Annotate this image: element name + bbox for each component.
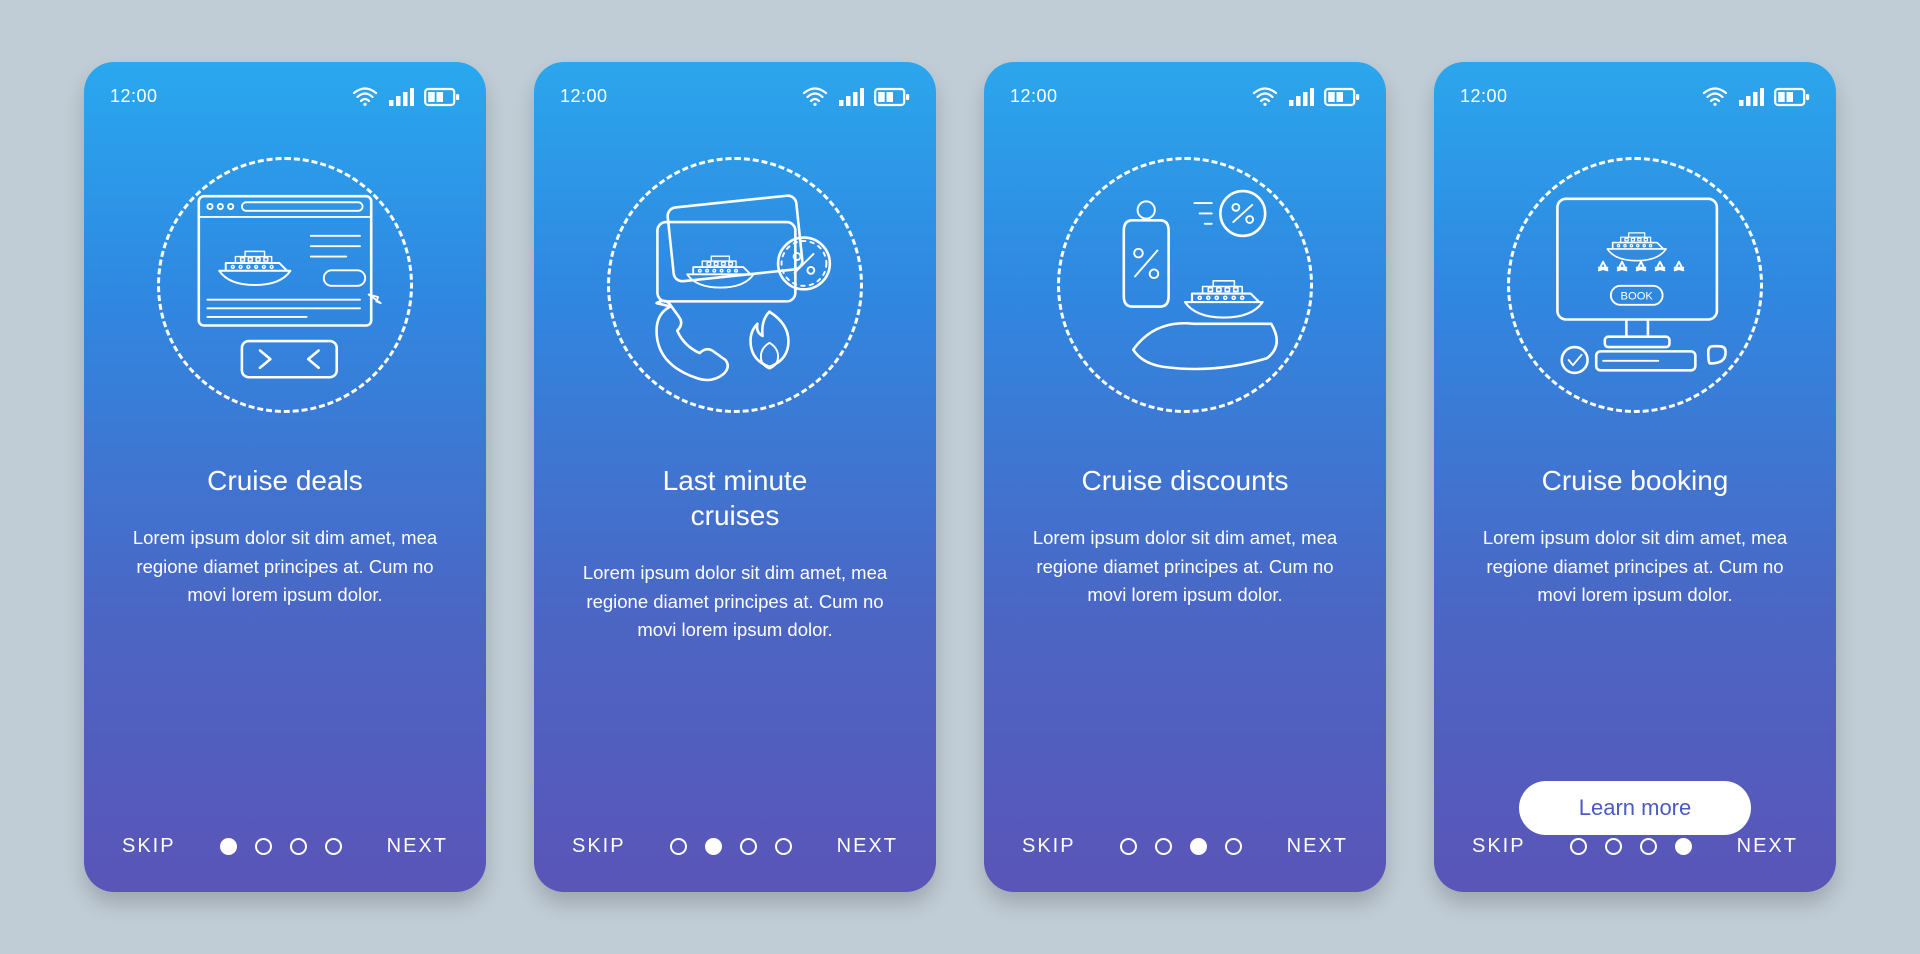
- status-time: 12:00: [110, 86, 158, 107]
- screen-body: Lorem ipsum dolor sit dim amet, mea regi…: [534, 559, 936, 835]
- screen-body: Lorem ipsum dolor sit dim amet, mea regi…: [84, 524, 486, 835]
- screen-title: Cruise deals: [84, 463, 486, 498]
- page-dot-3[interactable]: [1190, 838, 1207, 855]
- onboarding-nav: SKIP NEXT: [84, 835, 486, 892]
- onboarding-screen-1: 12:00 Cruise deal: [84, 62, 486, 892]
- skip-button[interactable]: SKIP: [1022, 835, 1076, 858]
- status-time: 12:00: [1010, 86, 1058, 107]
- screen-body: Lorem ipsum dolor sit dim amet, mea regi…: [1434, 524, 1836, 759]
- page-dot-3[interactable]: [740, 838, 757, 855]
- signal-icon: [388, 87, 414, 107]
- illustration: BOOK: [1434, 125, 1836, 445]
- illustration: [534, 125, 936, 445]
- page-dot-4[interactable]: [775, 838, 792, 855]
- screen-title: Last minutecruises: [534, 463, 936, 533]
- battery-icon: [424, 87, 460, 107]
- status-icons: [1252, 87, 1360, 107]
- page-dots: [1120, 838, 1242, 855]
- monitor-booking-icon: BOOK: [1507, 157, 1763, 413]
- page-dot-4[interactable]: [1225, 838, 1242, 855]
- status-bar: 12:00: [1434, 62, 1836, 107]
- status-time: 12:00: [560, 86, 608, 107]
- battery-icon: [1774, 87, 1810, 107]
- skip-button[interactable]: SKIP: [572, 835, 626, 858]
- page-dot-2[interactable]: [1155, 838, 1172, 855]
- learn-more-button[interactable]: Learn more: [1519, 781, 1752, 835]
- illustration: [984, 125, 1386, 445]
- next-button[interactable]: NEXT: [1737, 835, 1798, 858]
- battery-icon: [874, 87, 910, 107]
- status-icons: [1702, 87, 1810, 107]
- page-dot-3[interactable]: [290, 838, 307, 855]
- wifi-icon: [802, 87, 828, 107]
- cta-wrap: Learn more: [1434, 781, 1836, 835]
- next-button[interactable]: NEXT: [837, 835, 898, 858]
- svg-text:BOOK: BOOK: [1621, 291, 1654, 303]
- status-time: 12:00: [1460, 86, 1508, 107]
- page-dot-1[interactable]: [1120, 838, 1137, 855]
- signal-icon: [1288, 87, 1314, 107]
- illustration: [84, 125, 486, 445]
- page-dot-2[interactable]: [1605, 838, 1622, 855]
- next-button[interactable]: NEXT: [387, 835, 448, 858]
- skip-button[interactable]: SKIP: [1472, 835, 1526, 858]
- skip-button[interactable]: SKIP: [122, 835, 176, 858]
- onboarding-nav: SKIP NEXT: [984, 835, 1386, 892]
- page-dot-4[interactable]: [1675, 838, 1692, 855]
- page-dots: [1570, 838, 1692, 855]
- browser-cruise-deal-icon: [157, 157, 413, 413]
- page-dot-2[interactable]: [255, 838, 272, 855]
- screen-body: Lorem ipsum dolor sit dim amet, mea regi…: [984, 524, 1386, 835]
- onboarding-screen-4: 12:00 BOOK Cruise boo: [1434, 62, 1836, 892]
- screen-title: Cruise booking: [1434, 463, 1836, 498]
- status-icons: [352, 87, 460, 107]
- onboarding-screen-3: 12:00 Cruise d: [984, 62, 1386, 892]
- page-dots: [220, 838, 342, 855]
- signal-icon: [838, 87, 864, 107]
- next-button[interactable]: NEXT: [1287, 835, 1348, 858]
- wifi-icon: [1702, 87, 1728, 107]
- onboarding-nav: SKIP NEXT: [534, 835, 936, 892]
- wifi-icon: [1252, 87, 1278, 107]
- signal-icon: [1738, 87, 1764, 107]
- page-dots: [670, 838, 792, 855]
- page-dot-2[interactable]: [705, 838, 722, 855]
- onboarding-stage: 12:00 Cruise deal: [0, 0, 1920, 954]
- status-icons: [802, 87, 910, 107]
- screen-title: Cruise discounts: [984, 463, 1386, 498]
- status-bar: 12:00: [534, 62, 936, 107]
- wifi-icon: [352, 87, 378, 107]
- onboarding-nav: SKIP NEXT: [1434, 835, 1836, 892]
- page-dot-4[interactable]: [325, 838, 342, 855]
- page-dot-1[interactable]: [1570, 838, 1587, 855]
- page-dot-1[interactable]: [220, 838, 237, 855]
- page-dot-3[interactable]: [1640, 838, 1657, 855]
- status-bar: 12:00: [84, 62, 486, 107]
- status-bar: 12:00: [984, 62, 1386, 107]
- page-dot-1[interactable]: [670, 838, 687, 855]
- ticket-hot-call-icon: [607, 157, 863, 413]
- onboarding-screen-2: 12:00 Last: [534, 62, 936, 892]
- battery-icon: [1324, 87, 1360, 107]
- discount-tag-ship-icon: [1057, 157, 1313, 413]
